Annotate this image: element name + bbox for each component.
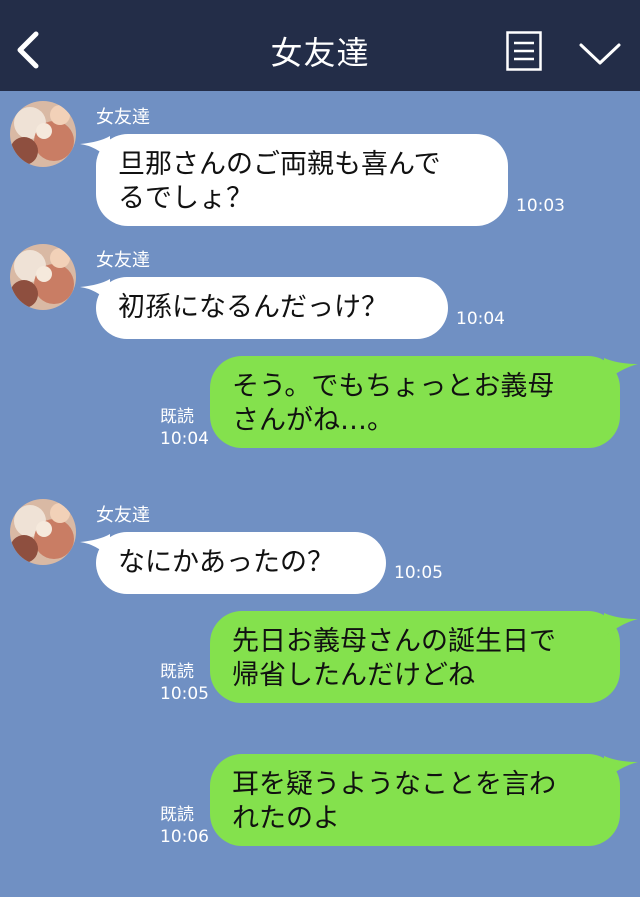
message-line: 帰省したんだけどね (232, 660, 475, 691)
message-line: れたのよ (232, 803, 340, 834)
message-time: 10:04 (456, 309, 505, 329)
chat-header: 女友達 (0, 0, 640, 91)
message-time: 10:06 (160, 827, 209, 847)
read-label: 既読 (160, 662, 194, 682)
message-bubble[interactable]: 耳を疑うようなことを言わ れたのよ (210, 754, 620, 846)
read-label: 既読 (160, 805, 194, 825)
message-time: 10:04 (160, 429, 209, 449)
avatar-image (10, 244, 76, 310)
avatar[interactable] (10, 101, 76, 167)
read-label: 既読 (160, 407, 194, 427)
message-line: 耳を疑うようなことを言わ (232, 769, 556, 800)
bubble-tail (604, 756, 638, 780)
message-time: 10:05 (394, 563, 443, 583)
read-receipt: 既読 10:05 (160, 661, 209, 705)
read-receipt: 既読 10:04 (160, 406, 209, 450)
bubble-tail (604, 358, 638, 382)
message-bubble[interactable]: 先日お義母さんの誕生日で 帰省したんだけどね (210, 611, 620, 703)
message-line: 初孫になるんだっけ？ (118, 292, 388, 323)
avatar-image (10, 499, 76, 565)
avatar-image (10, 101, 76, 167)
message-bubble[interactable]: 旦那さんのご両親も喜んで るでしょ？ (96, 134, 508, 226)
chevron-down-icon[interactable] (578, 40, 622, 68)
message-line: るでしょ？ (118, 183, 253, 214)
menu-list-icon[interactable] (506, 31, 542, 71)
message-bubble[interactable]: そう。でもちょっとお義母 さんがね…。 (210, 356, 620, 448)
avatar[interactable] (10, 244, 76, 310)
message-line: 先日お義母さんの誕生日で (232, 626, 556, 657)
read-receipt: 既読 10:06 (160, 804, 209, 848)
sender-name: 女友達 (96, 250, 150, 271)
bubble-tail (604, 613, 638, 637)
message-time: 10:05 (160, 684, 209, 704)
message-line: なにかあったの？ (118, 547, 334, 578)
sender-name: 女友達 (96, 107, 150, 128)
message-bubble[interactable]: 初孫になるんだっけ？ (96, 277, 448, 339)
message-line: そう。でもちょっとお義母 (232, 371, 555, 402)
avatar[interactable] (10, 499, 76, 565)
message-line: さんがね…。 (232, 405, 394, 436)
message-bubble[interactable]: なにかあったの？ (96, 532, 386, 594)
chat-title: 女友達 (270, 34, 370, 72)
sender-name: 女友達 (96, 505, 150, 526)
message-line: 旦那さんのご両親も喜んで (118, 149, 441, 180)
message-time: 10:03 (516, 196, 565, 216)
